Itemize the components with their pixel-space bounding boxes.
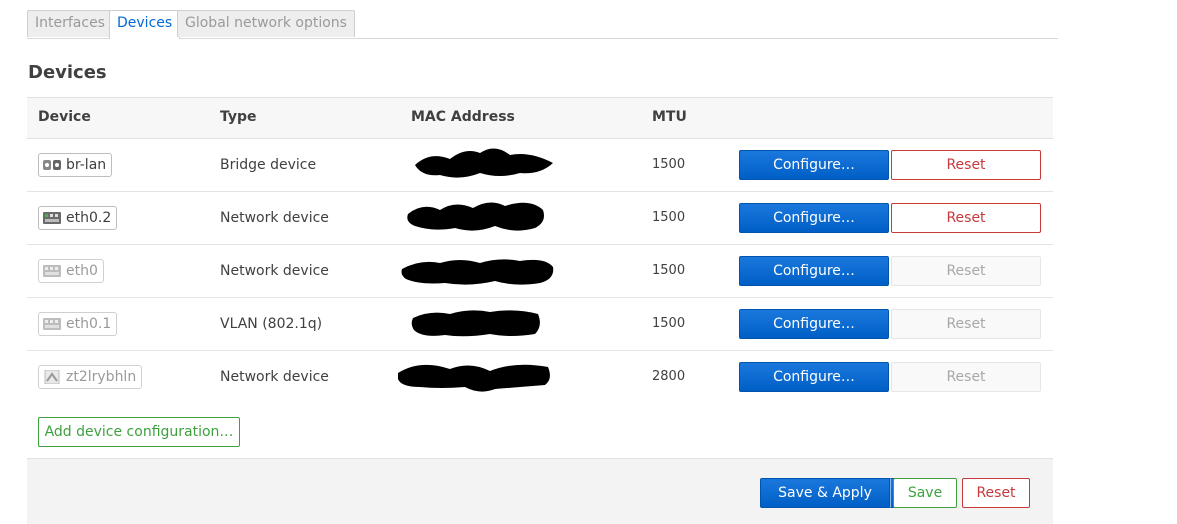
device-name: eth0.1: [66, 316, 112, 332]
reset-button[interactable]: Reset: [891, 150, 1041, 180]
configure-button[interactable]: Configure…: [739, 256, 889, 286]
reset-button[interactable]: Reset: [891, 203, 1041, 233]
tab-global-network-options[interactable]: Global network options: [177, 10, 355, 37]
header-mtu: MTU: [652, 109, 687, 125]
mtu-value: 1500: [652, 316, 686, 331]
mtu-value: 1500: [652, 210, 686, 225]
add-device-configuration-button[interactable]: Add device configuration…: [38, 417, 240, 447]
device-type: Network device: [220, 369, 329, 385]
mac-redacted: [410, 298, 545, 354]
ethernet-icon: [42, 264, 62, 278]
mac-redacted: [410, 139, 560, 195]
device-name: br-lan: [66, 157, 107, 173]
section-title: Devices: [28, 62, 107, 83]
devices-table: Device Type MAC Address MTU br-lan Bridg…: [27, 97, 1053, 403]
tab-bar: Interfaces Devices Global network option…: [27, 10, 1058, 39]
device-type: Bridge device: [220, 157, 317, 173]
configure-button[interactable]: Configure…: [739, 362, 889, 392]
page-actions: Save & Apply ▾ Save Reset: [27, 458, 1053, 524]
device-name: eth0.2: [66, 210, 112, 226]
reset-button[interactable]: Reset: [891, 309, 1041, 339]
table-row: eth0.1 VLAN (802.1q) 1500 Configure… Res…: [27, 298, 1053, 351]
reset-all-button[interactable]: Reset: [962, 478, 1030, 508]
mtu-value: 1500: [652, 157, 686, 172]
header-device: Device: [38, 109, 91, 125]
device-badge[interactable]: eth0.2: [38, 206, 118, 230]
device-name: zt2lrybhln: [66, 369, 137, 385]
save-button[interactable]: Save: [893, 478, 957, 508]
configure-button[interactable]: Configure…: [739, 203, 889, 233]
ethernet-icon: [42, 317, 62, 331]
mac-redacted: [395, 351, 555, 407]
device-name: eth0: [66, 263, 98, 279]
reset-button[interactable]: Reset: [891, 362, 1041, 392]
table-row: zt2lrybhln Network device 2800 Configure…: [27, 351, 1053, 403]
bridge-icon: [42, 158, 62, 172]
tab-interfaces[interactable]: Interfaces: [27, 10, 113, 37]
reset-button[interactable]: Reset: [891, 256, 1041, 286]
device-type: Network device: [220, 210, 329, 226]
tunnel-icon: [42, 369, 62, 385]
mtu-value: 1500: [652, 263, 686, 278]
tab-devices[interactable]: Devices: [109, 10, 181, 39]
mac-redacted: [405, 192, 550, 248]
table-row: eth0 Network device 1500 Configure… Rese…: [27, 245, 1053, 298]
save-apply-button[interactable]: Save & Apply: [760, 478, 890, 508]
device-badge[interactable]: zt2lrybhln: [38, 365, 143, 389]
table-header: Device Type MAC Address MTU: [27, 97, 1053, 139]
table-row: br-lan Bridge device 1500 Configure… Res…: [27, 139, 1053, 192]
ethernet-icon: [42, 211, 62, 225]
device-type: VLAN (802.1q): [220, 316, 323, 332]
configure-button[interactable]: Configure…: [739, 309, 889, 339]
configure-button[interactable]: Configure…: [739, 150, 889, 180]
device-type: Network device: [220, 263, 329, 279]
header-mac-address: MAC Address: [411, 109, 515, 125]
header-type: Type: [220, 109, 257, 125]
device-badge[interactable]: eth0: [38, 259, 104, 283]
mtu-value: 2800: [652, 369, 686, 384]
device-badge[interactable]: eth0.1: [38, 312, 118, 336]
table-row: eth0.2 Network device 1500 Configure… Re…: [27, 192, 1053, 245]
device-badge[interactable]: br-lan: [38, 153, 113, 177]
mac-redacted: [400, 245, 560, 301]
